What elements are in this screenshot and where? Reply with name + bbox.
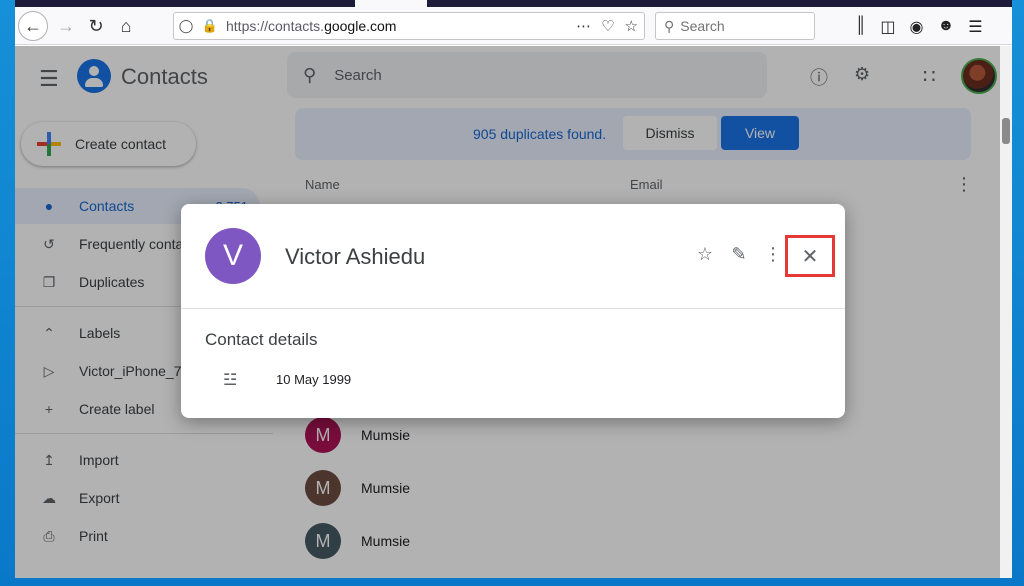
menu-icon[interactable]: ☰ (968, 17, 982, 37)
page-scrollbar[interactable] (1000, 46, 1012, 578)
browser-navbar: ← → ↻ ⌂ ◯ 🔒 https://contacts.google.com … (15, 7, 1012, 45)
shield-icon[interactable]: ◯ (174, 18, 198, 34)
contact-name-heading: Victor Ashiedu (285, 244, 426, 269)
more-vert-icon[interactable]: ⋮ (761, 244, 785, 265)
url-prefix: https://contacts. (226, 18, 325, 34)
forward-arrow-icon[interactable]: → (51, 11, 81, 41)
star-icon[interactable]: ☆ (693, 244, 717, 265)
contact-detail-dialog: V Victor Ashiedu ☆ ✎ ⋮ ✕ Contact details… (181, 204, 845, 418)
active-tab[interactable] (355, 0, 427, 7)
browser-search-placeholder: Search (680, 18, 725, 34)
browser-search-box[interactable]: ⚲ Search (655, 12, 815, 40)
spotify-icon[interactable]: ◉ (909, 17, 923, 37)
desktop-background-right (1012, 0, 1024, 586)
lock-icon[interactable]: 🔒 (198, 18, 222, 34)
tab-strip (15, 0, 1012, 7)
reload-icon[interactable]: ↻ (81, 11, 111, 41)
search-icon: ⚲ (664, 17, 675, 34)
contact-details-heading: Contact details (205, 330, 318, 349)
desktop-background-bottom (0, 578, 1024, 586)
url-text[interactable]: https://contacts.google.com (226, 18, 396, 34)
url-domain: google.com (324, 18, 397, 34)
contact-avatar-large: V (205, 228, 261, 284)
bookmark-star-icon[interactable]: ☆ (625, 17, 638, 35)
sidebar-icon[interactable]: ◫ (880, 17, 895, 37)
library-icon[interactable]: ║ (855, 17, 866, 37)
back-arrow-icon[interactable]: ← (18, 11, 48, 41)
close-button[interactable]: ✕ (785, 235, 835, 277)
account-icon[interactable]: ☻ (937, 17, 954, 37)
birthday-cake-icon: ☳ (223, 372, 238, 389)
close-icon: ✕ (801, 245, 819, 268)
url-bar[interactable]: ◯ 🔒 https://contacts.google.com ⋯ ♡ ☆ (173, 12, 645, 40)
browser-window: ← → ↻ ⌂ ◯ 🔒 https://contacts.google.com … (15, 0, 1012, 578)
page-actions-icon[interactable]: ⋯ (576, 17, 591, 35)
edit-pencil-icon[interactable]: ✎ (727, 244, 751, 265)
contacts-page: ☰ Contacts ⚲ Search ⓘ ⚙ ∷ Create contact… (15, 46, 1012, 578)
scrollbar-thumb[interactable] (1002, 118, 1010, 144)
dialog-divider (181, 308, 845, 309)
pocket-icon[interactable]: ♡ (601, 17, 614, 35)
desktop-background-left (0, 0, 15, 586)
birthday-value: 10 May 1999 (276, 372, 352, 387)
home-icon[interactable]: ⌂ (111, 11, 141, 41)
